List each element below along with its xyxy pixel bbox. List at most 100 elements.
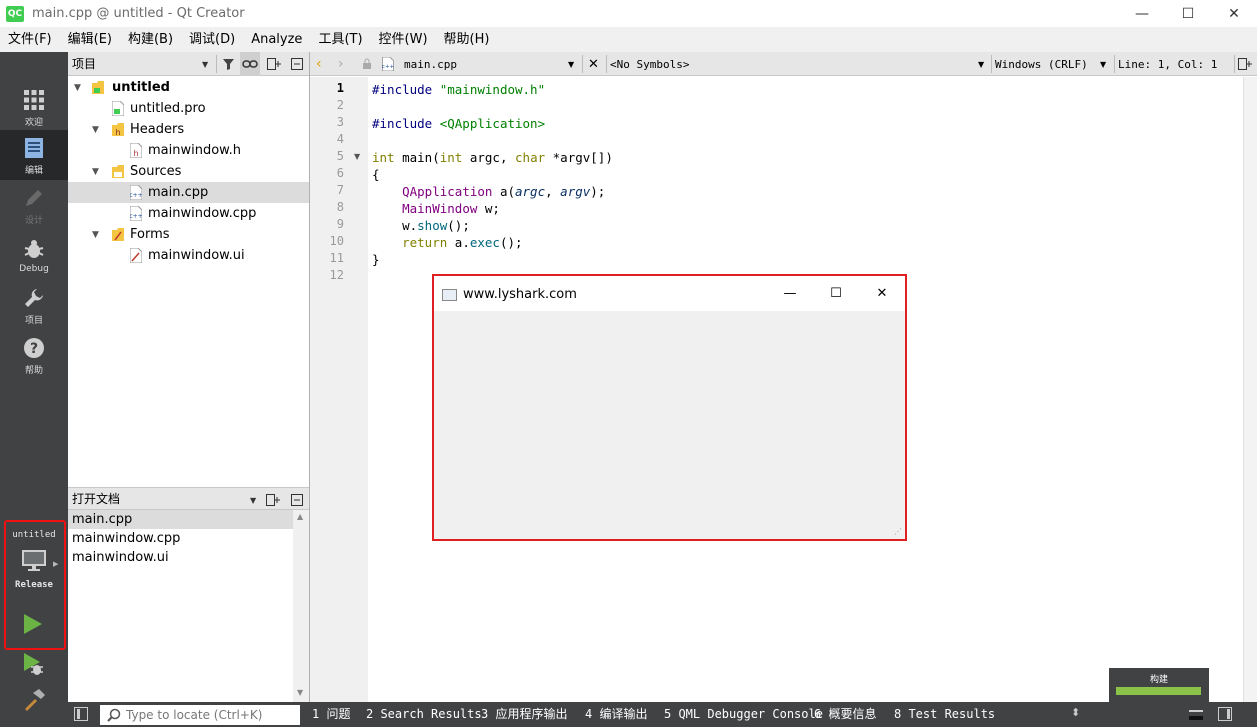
split-icon[interactable]	[265, 52, 283, 76]
mode-label: 帮助	[24, 365, 43, 376]
split-icon[interactable]	[264, 488, 282, 512]
header-file-icon: h	[130, 143, 142, 158]
app-maximize-button[interactable]: ☐	[813, 276, 859, 311]
build-progress: 构建	[1109, 668, 1209, 702]
pane-tab-compile-output[interactable]: 4 编译输出	[585, 702, 647, 727]
folder-ui-icon	[112, 228, 124, 241]
pane-tab-test-results[interactable]: 8 Test Results	[894, 702, 995, 727]
chevron-down-icon[interactable]: ▼	[92, 167, 99, 177]
menu-analyze[interactable]: Analyze	[243, 27, 310, 52]
open-doc-main-cpp[interactable]: main.cpp	[68, 510, 293, 529]
app-close-button[interactable]: ✕	[859, 276, 905, 311]
menu-widgets[interactable]: 控件(W)	[371, 27, 436, 52]
locator-input[interactable]: Type to locate (Ctrl+K)	[100, 705, 300, 725]
menu-build[interactable]: 构建(B)	[120, 27, 181, 52]
line-number: 1	[336, 81, 344, 95]
pane-tab-search-results[interactable]: 2 Search Results	[366, 702, 482, 727]
debug-run-button[interactable]	[22, 652, 46, 680]
document-icon	[24, 135, 44, 161]
open-documents-header: 打开文档 ▼	[68, 487, 309, 510]
chevron-down-icon[interactable]: ▼	[202, 52, 208, 76]
tree-item-main-cpp[interactable]: c++ main.cpp	[68, 182, 309, 203]
mode-debug[interactable]: Debug	[0, 230, 68, 280]
menu-tools[interactable]: 工具(T)	[310, 27, 370, 52]
mode-design[interactable]: 设计	[0, 180, 68, 230]
resize-grip-icon[interactable]: ⋰	[894, 527, 902, 536]
pane-tab-application-output[interactable]: 3 应用程序输出	[481, 702, 567, 727]
separator	[991, 55, 992, 73]
editor-scrollbar[interactable]	[1243, 77, 1257, 702]
toggle-right-sidebar-icon[interactable]	[1218, 707, 1232, 721]
code-line: w.show();	[372, 218, 470, 233]
app-window-title: www.lyshark.com	[463, 287, 577, 302]
code-line: }	[372, 252, 380, 267]
tree-item-mainwindow-ui[interactable]: mainwindow.ui	[68, 245, 309, 266]
tree-item-forms[interactable]: ▼ Forms	[68, 224, 309, 245]
mode-edit[interactable]: 编辑	[0, 130, 68, 180]
running-app-window[interactable]: www.lyshark.com — ☐ ✕ ⋰	[432, 274, 907, 541]
pane-tab-qml-debugger[interactable]: 5 QML Debugger Console	[664, 702, 823, 727]
maximize-button[interactable]: ☐	[1165, 0, 1211, 27]
line-number: 3	[336, 115, 344, 129]
scroll-down-icon[interactable]: ▼	[297, 688, 303, 697]
forward-arrow-icon[interactable]: ›	[338, 52, 344, 76]
filter-icon[interactable]	[220, 52, 236, 76]
split-icon[interactable]	[1238, 52, 1252, 76]
open-doc-mainwindow-cpp[interactable]: mainwindow.cpp	[68, 529, 293, 548]
chevron-down-icon[interactable]: ▼	[1100, 52, 1106, 76]
menu-debug[interactable]: 调试(D)	[181, 27, 243, 52]
monitor-icon[interactable]	[21, 549, 47, 577]
tree-item-sources[interactable]: ▼ Sources	[68, 161, 309, 182]
run-button[interactable]	[22, 612, 44, 640]
menu-help[interactable]: 帮助(H)	[436, 27, 498, 52]
tree-item-mainwindow-cpp[interactable]: c++ mainwindow.cpp	[68, 203, 309, 224]
app-minimize-button[interactable]: —	[767, 276, 813, 311]
mode-welcome[interactable]: 欢迎	[0, 82, 68, 132]
close-panel-icon[interactable]	[289, 488, 305, 512]
scroll-up-icon[interactable]: ▲	[297, 512, 303, 521]
separator	[606, 55, 607, 73]
open-documents-scrollbar[interactable]: ▲ ▼	[293, 510, 309, 702]
up-down-arrows-icon[interactable]: ⬍	[1071, 706, 1080, 719]
fold-marker-icon[interactable]: ▼	[354, 152, 360, 161]
tree-item-untitled[interactable]: ▼ untitled	[68, 77, 309, 98]
chevron-down-icon[interactable]: ▼	[568, 52, 574, 76]
toggle-sidebar-icon[interactable]	[74, 707, 88, 721]
bug-icon	[23, 236, 45, 262]
cursor-position[interactable]: Line: 1, Col: 1	[1118, 52, 1217, 76]
chevron-down-icon[interactable]: ▼	[250, 488, 256, 512]
menu-edit[interactable]: 编辑(E)	[60, 27, 120, 52]
project-icon	[92, 81, 104, 94]
mode-projects[interactable]: 项目	[0, 280, 68, 330]
pane-tab-general-messages[interactable]: 6 概要信息	[814, 702, 876, 727]
build-hammer-button[interactable]	[22, 688, 46, 716]
chevron-down-icon[interactable]: ▼	[978, 52, 984, 76]
pane-tab-issues[interactable]: 1 问题	[312, 702, 350, 727]
tree-item-headers[interactable]: ▼ h Headers	[68, 119, 309, 140]
current-file-name[interactable]: main.cpp	[404, 52, 457, 76]
chevron-down-icon[interactable]: ▼	[74, 83, 81, 93]
link-icon[interactable]	[240, 52, 260, 76]
tree-item-label: main.cpp	[148, 185, 209, 200]
tree-item-untitled-pro[interactable]: untitled.pro	[68, 98, 309, 119]
symbols-dropdown[interactable]: <No Symbols>	[610, 52, 689, 76]
progress-details-icon[interactable]	[1188, 706, 1204, 722]
tree-item-label: mainwindow.ui	[148, 248, 245, 263]
close-panel-icon[interactable]	[289, 52, 305, 76]
chevron-down-icon[interactable]: ▼	[92, 125, 99, 135]
mode-label: 设计	[24, 215, 43, 226]
line-endings-dropdown[interactable]: Windows (CRLF)	[995, 52, 1088, 76]
code-line: #include "mainwindow.h"	[372, 82, 546, 97]
back-arrow-icon[interactable]: ‹	[316, 52, 322, 76]
menu-file[interactable]: 文件(F)	[0, 27, 60, 52]
mode-help[interactable]: ? 帮助	[0, 330, 68, 380]
chevron-down-icon[interactable]: ▼	[92, 230, 99, 240]
tree-item-mainwindow-h[interactable]: h mainwindow.h	[68, 140, 309, 161]
line-number: 10	[329, 234, 344, 248]
close-file-icon[interactable]: ✕	[588, 52, 599, 76]
minimize-button[interactable]: —	[1119, 0, 1165, 27]
chevron-right-icon[interactable]: ▶	[53, 560, 58, 568]
open-doc-mainwindow-ui[interactable]: mainwindow.ui	[68, 548, 293, 567]
wrench-icon	[23, 285, 45, 311]
close-button[interactable]: ✕	[1211, 0, 1257, 27]
